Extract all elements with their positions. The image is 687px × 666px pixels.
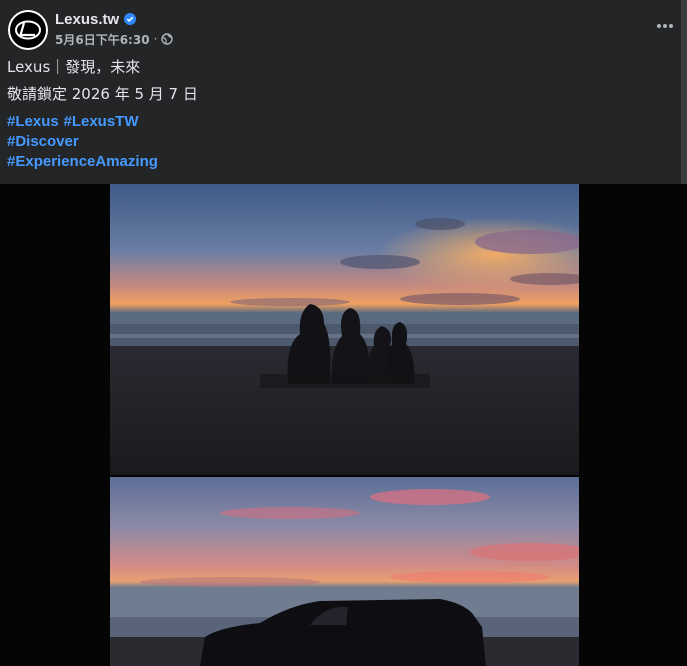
- post-meta: 5月6日下午6:30 ·: [55, 31, 174, 48]
- hashtag-row: #Lexus #LexusTW: [7, 111, 677, 131]
- scrollbar[interactable]: [681, 0, 687, 184]
- post-timestamp[interactable]: 5月6日下午6:30: [55, 31, 150, 48]
- post-line-2: 敬請鎖定 2026 年 5 月 7 日: [7, 85, 198, 103]
- meta-separator: ·: [153, 32, 158, 46]
- more-options-dot: [663, 24, 667, 28]
- verified-badge-icon: [124, 13, 137, 25]
- post-header: Lexus.tw 5月6日下午6:30 ·: [0, 0, 687, 56]
- page-name-row: Lexus.tw: [55, 9, 137, 29]
- hashtag-row: #ExperienceAmazing: [7, 151, 677, 171]
- more-options-dot: [669, 24, 673, 28]
- page-avatar[interactable]: [8, 10, 48, 50]
- sunset-car-image: [110, 477, 579, 666]
- more-options-button[interactable]: [653, 14, 677, 38]
- post-message: Lexus｜發現，未來 敬請鎖定 2026 年 5 月 7 日 #Lexus #…: [7, 57, 677, 171]
- post-media: [0, 184, 687, 666]
- post-line-1: Lexus｜發現，未來: [7, 58, 141, 76]
- hashtag-link[interactable]: #LexusTW: [63, 113, 138, 130]
- page-name-link[interactable]: Lexus.tw: [55, 11, 119, 28]
- lexus-logo-icon: [10, 12, 46, 48]
- more-options-icon: [657, 24, 661, 28]
- hashtag-link[interactable]: #Discover: [7, 133, 79, 150]
- hashtag-link[interactable]: #ExperienceAmazing: [7, 153, 158, 170]
- beach-family-photo[interactable]: [110, 184, 579, 475]
- globe-icon: [161, 33, 174, 45]
- hashtag-link[interactable]: #Lexus: [7, 113, 59, 130]
- hashtag-row: #Discover: [7, 131, 677, 151]
- facebook-post: Lexus.tw 5月6日下午6:30 · Lexus｜發現，未來 敬請鎖定 2…: [0, 0, 687, 666]
- sunset-family-image: [110, 184, 579, 475]
- hashtag-block: #Lexus #LexusTW #Discover #ExperienceAma…: [7, 111, 677, 171]
- car-sunset-photo[interactable]: [110, 477, 579, 666]
